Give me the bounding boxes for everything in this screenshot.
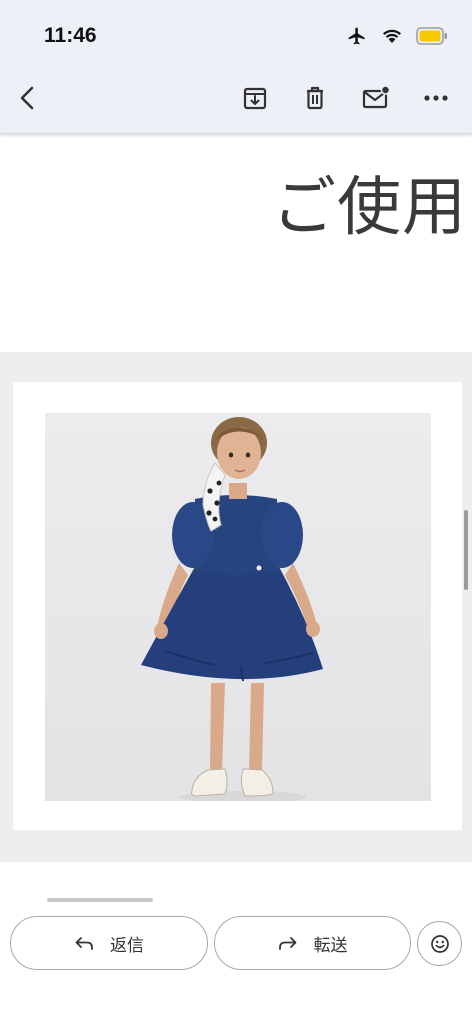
back-arrow-icon [20,86,34,110]
status-bar: 11:46 [0,0,472,66]
wifi-icon [383,29,401,43]
mark-unread-icon [362,85,390,109]
trash-icon [307,86,323,110]
more-button[interactable] [418,80,454,116]
forward-button[interactable]: 転送 [214,916,411,970]
top-header: 11:46 [0,0,472,134]
mark-unread-button[interactable] [358,80,394,116]
archive-button[interactable] [237,80,273,116]
delete-button[interactable] [297,80,333,116]
scroll-indicator[interactable] [464,510,468,590]
reply-label: 返信 [110,935,144,956]
girl-in-navy-dress-photo [45,413,431,801]
product-photo[interactable] [45,413,431,801]
forward-icon [278,937,296,950]
sheet-grabber[interactable] [47,898,153,902]
smiley-icon [430,934,449,953]
email-body[interactable]: ご使用 [0,134,472,894]
more-icon [424,95,448,101]
forward-label: 転送 [313,935,348,956]
reply-button[interactable]: 返信 [10,916,208,970]
email-heading-text: ご使用 [272,171,467,245]
mail-toolbar [0,66,472,132]
emoji-reaction-button[interactable] [417,921,462,966]
status-icons [346,26,448,46]
status-time: 11:46 [44,24,97,47]
reply-bar: 返信 転送 [0,894,472,1024]
archive-icon [243,87,267,110]
back-button[interactable] [10,80,46,116]
airplane-icon [348,27,365,45]
battery-icon [416,27,447,45]
reply-icon [75,937,93,950]
